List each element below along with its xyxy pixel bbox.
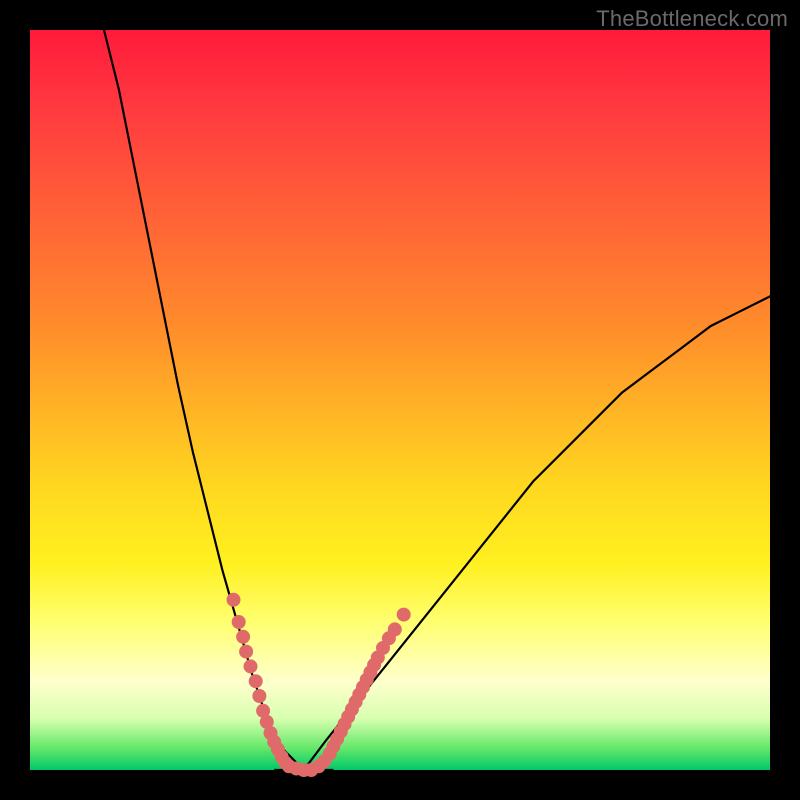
marker-point bbox=[397, 608, 411, 622]
chart-svg bbox=[30, 30, 770, 770]
marker-point bbox=[232, 615, 246, 629]
marker-point bbox=[239, 645, 253, 659]
curve-left-curve bbox=[104, 30, 304, 770]
marker-point bbox=[252, 689, 266, 703]
marker-point bbox=[249, 674, 263, 688]
marker-point bbox=[236, 630, 250, 644]
chart-frame: TheBottleneck.com bbox=[0, 0, 800, 800]
plot-area bbox=[30, 30, 770, 770]
curve-group bbox=[104, 30, 770, 770]
marker-point bbox=[227, 593, 241, 607]
watermark-label: TheBottleneck.com bbox=[596, 6, 788, 32]
curve-right-curve bbox=[304, 296, 770, 770]
marker-point bbox=[388, 622, 402, 636]
marker-point bbox=[244, 659, 258, 673]
